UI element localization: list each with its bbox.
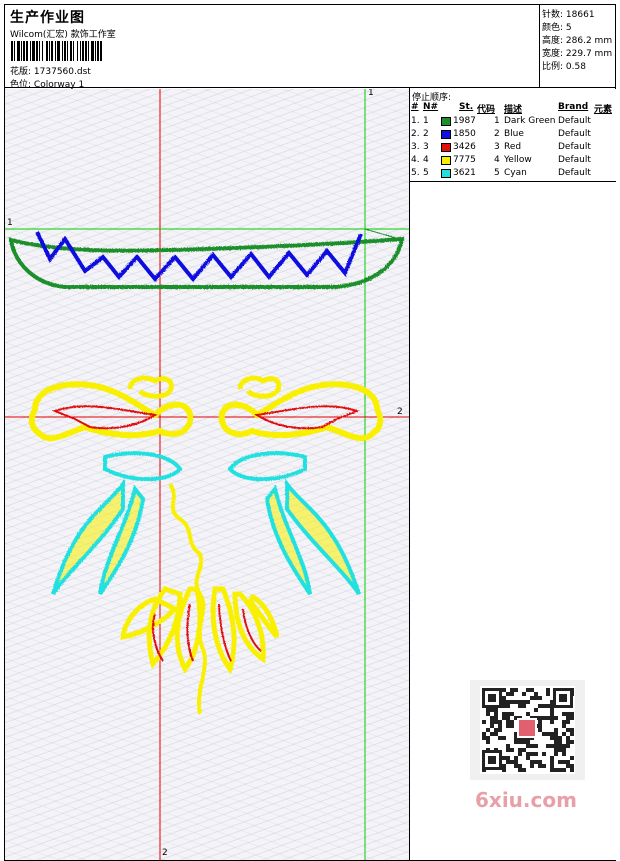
design-stats: 针数: 18661 颜色: 5 高度: 286.2 mm 宽度: 229.7 m… [539,4,616,88]
row-code: 1 [494,116,500,126]
col-n: N# [423,102,439,112]
row-index: 3. [411,142,420,152]
col-brand: Brand [558,102,589,112]
row-code: 5 [494,168,500,178]
header-info: 生产作业图 Wilcom(汇宏) 款饰工作室 花版: 1737560.dst 色… [4,4,540,90]
color-swatch [441,130,451,139]
row-description: Yellow [504,155,532,165]
guide-label-h2: 2 [397,407,403,417]
barcode [11,41,102,61]
color-swatch [441,143,451,152]
row-brand: Default [558,116,591,126]
row-description: Blue [504,129,524,139]
col-description: 描述 [504,105,523,115]
row-code: 3 [494,142,500,152]
stat-colors: 颜色: 5 [542,23,572,33]
design-line: 花版: 1737560.dst [10,64,91,77]
row-brand: Default [558,142,591,152]
row-n: 1 [423,116,429,126]
row-index: 4. [411,155,420,165]
row-n: 5 [423,168,429,178]
row-stitches: 7775 [453,155,476,165]
color-swatch [441,117,451,126]
col-index: # [411,102,419,112]
color-swatch [441,169,451,178]
design-label: 花版: [10,67,32,77]
guide-label-h1: 1 [7,218,13,228]
row-index: 5. [411,168,420,178]
row-n: 2 [423,129,429,139]
row-stitches: 3426 [453,142,476,152]
row-index: 1. [411,116,420,126]
design-canvas[interactable]: 2 1 1 2 [5,89,409,860]
row-description: Dark Green [504,116,556,126]
stat-height: 高度: 286.2 mm [542,36,613,46]
page-title: 生产作业图 [10,10,85,26]
row-brand: Default [558,168,591,178]
row-code: 2 [494,129,500,139]
watermark: 6xiu.com [475,788,577,812]
row-stitches: 1850 [453,129,476,139]
row-stitches: 1987 [453,116,476,126]
col-stitches: St. [459,102,474,112]
embroidery-preview [5,89,409,860]
blue-zigzag [35,231,363,283]
stat-stitches: 针数: 18661 [542,10,595,20]
row-brand: Default [558,155,591,165]
row-stitches: 3621 [453,168,476,178]
row-n: 4 [423,155,429,165]
guide-label-v1: 1 [368,89,374,98]
col-element: 元素 [594,105,613,115]
qr-code [470,680,585,780]
color-swatch [441,156,451,165]
row-brand: Default [558,129,591,139]
row-code: 4 [494,155,500,165]
row-index: 2. [411,129,420,139]
design-file: 1737560.dst [33,67,91,77]
row-description: Red [504,142,522,152]
studio-name: Wilcom(汇宏) 款饰工作室 [10,30,116,40]
stat-scale: 比例: 0.58 [542,62,586,72]
row-n: 3 [423,142,429,152]
guide-label-v2: 2 [162,848,168,858]
row-description: Cyan [504,168,527,178]
col-code: 代码 [477,105,496,115]
stat-width: 宽度: 229.7 mm [542,49,613,59]
